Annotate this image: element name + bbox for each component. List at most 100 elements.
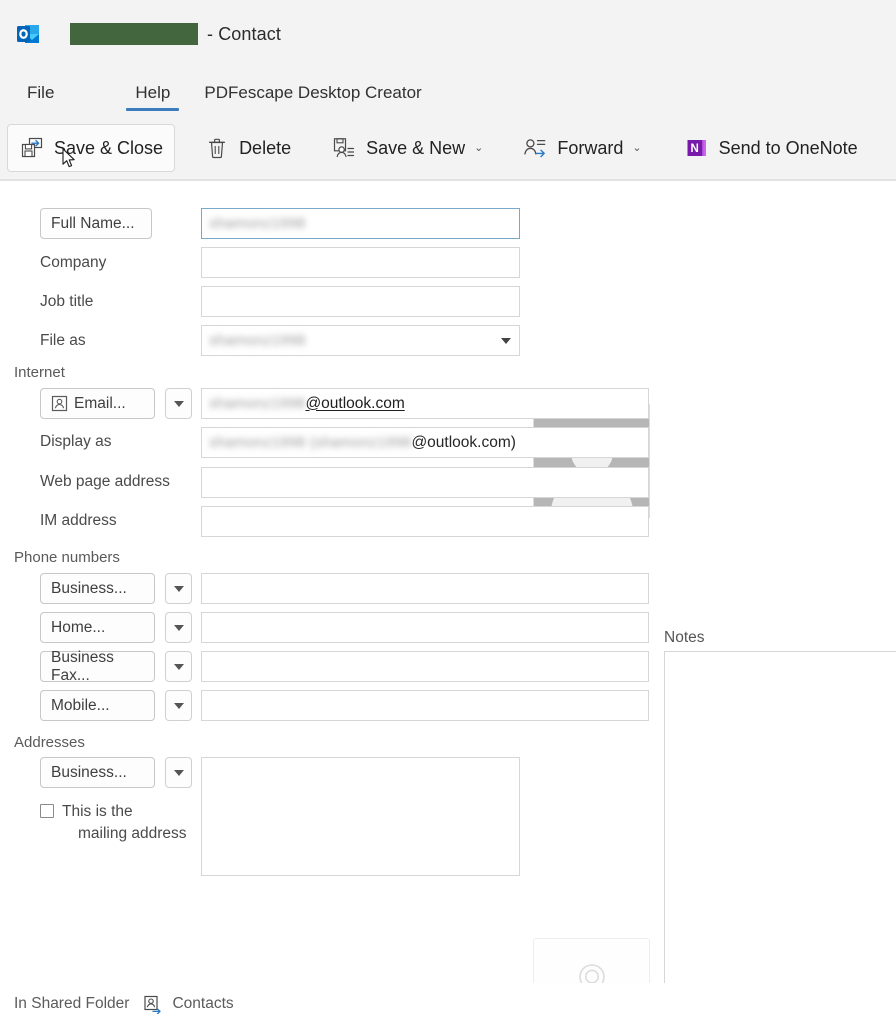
display-as-value-redacted: shamonz1998 (shamonz1998 [209, 434, 412, 451]
contact-form: Full Name... shamonz1998 Company Job tit… [0, 181, 896, 1024]
phone-type-button-business-fax[interactable]: Business Fax... [40, 648, 155, 684]
mailing-address-label-line2: mailing address [78, 825, 187, 842]
company-input[interactable] [201, 247, 520, 278]
phone-type-dropdown-mobile[interactable] [165, 690, 192, 721]
mailing-address-checkbox[interactable] [40, 804, 54, 818]
file-as-label: File as [40, 332, 86, 349]
delete-button[interactable]: Delete [193, 124, 302, 172]
chevron-down-icon [173, 702, 184, 709]
chevron-down-icon [173, 585, 184, 592]
notes-value [665, 652, 896, 664]
ribbon-tab-strip: File Help PDFescape Desktop Creator [0, 68, 896, 117]
contact-card-icon [51, 395, 68, 412]
email-type-button[interactable]: Email... [40, 388, 155, 419]
window-title-suffix: - Contact [207, 23, 281, 44]
forward-button[interactable]: Forward ⌄ [511, 124, 652, 172]
send-to-onenote-label: Send to OneNote [718, 137, 858, 158]
tab-help[interactable]: Help [125, 68, 180, 117]
ribbon-toolbar: Save & Close Delete Save & New ⌄ Forward… [0, 117, 896, 179]
email-value-redacted: shamonz1998 [209, 395, 306, 412]
forward-label: Forward [557, 137, 624, 158]
forward-contact-icon [522, 135, 548, 161]
save-and-close-icon [19, 135, 45, 161]
phone-type-label-business: Business... [51, 579, 127, 597]
status-location-text: In Shared Folder [14, 994, 130, 1012]
notes-textarea[interactable] [664, 651, 896, 1024]
phone-type-button-mobile[interactable]: Mobile... [40, 690, 155, 721]
phone-input-home[interactable] [201, 612, 649, 643]
save-and-close-label: Save & Close [54, 137, 164, 158]
email-type-label: Email... [74, 394, 126, 412]
status-folder-text: Contacts [172, 994, 234, 1012]
onenote-icon: N [684, 135, 710, 161]
mailing-address-label-line1: This is the [62, 803, 133, 820]
email-value-domain: @outlook.com [305, 394, 405, 412]
display-as-value-domain: @outlook.com) [411, 433, 516, 451]
save-and-new-icon [331, 135, 357, 161]
full-name-button-label: Full Name... [51, 214, 135, 232]
address-type-label: Business... [51, 763, 127, 781]
display-as-label: Display as [40, 433, 112, 450]
chevron-down-icon [173, 400, 184, 407]
full-name-button[interactable]: Full Name... [40, 208, 152, 239]
company-label: Company [40, 254, 107, 271]
address-value [202, 758, 519, 768]
trash-icon [204, 135, 230, 161]
save-and-new-label: Save & New [366, 137, 466, 158]
tab-file-label: File [27, 82, 55, 102]
title-redacted-block [70, 23, 198, 45]
svg-text:N: N [690, 143, 698, 155]
phone-numbers-section-header: Phone numbers [14, 549, 120, 566]
phone-input-business-fax[interactable] [201, 651, 649, 682]
save-and-close-button[interactable]: Save & Close [7, 124, 176, 172]
save-and-new-button[interactable]: Save & New ⌄ [320, 124, 494, 172]
addresses-section-header: Addresses [14, 734, 85, 751]
job-title-label: Job title [40, 293, 94, 310]
tab-pdfescape-label: PDFescape Desktop Creator [204, 82, 422, 102]
web-page-address-label: Web page address [40, 473, 170, 490]
outlook-icon [16, 21, 42, 47]
chevron-down-icon[interactable]: ⌄ [632, 142, 641, 154]
phone-type-button-home[interactable]: Home... [40, 612, 155, 643]
chevron-down-icon[interactable]: ⌄ [474, 142, 483, 154]
full-name-input[interactable]: shamonz1998 [201, 208, 520, 239]
contact-photo-placeholder[interactable] [533, 404, 650, 518]
internet-section-header: Internet [14, 364, 65, 381]
notes-label: Notes [664, 629, 705, 646]
tab-pdfescape-desktop-creator[interactable]: PDFescape Desktop Creator [194, 68, 431, 117]
move-contact-icon [143, 994, 163, 1014]
delete-label: Delete [239, 137, 292, 158]
chevron-down-icon [173, 624, 184, 631]
full-name-value: shamonz1998 [209, 215, 306, 232]
tab-file[interactable]: File [17, 68, 64, 117]
send-to-onenote-button[interactable]: N Send to OneNote [673, 124, 869, 172]
phone-type-dropdown-business-fax[interactable] [165, 651, 192, 682]
file-as-value: shamonz1998 [209, 332, 306, 349]
address-textarea[interactable] [201, 757, 520, 876]
phone-input-business[interactable] [201, 573, 649, 604]
web-page-address-input[interactable] [201, 467, 649, 498]
email-input[interactable]: shamonz1998 @outlook.com [201, 388, 649, 419]
phone-type-label-home: Home... [51, 618, 106, 636]
tab-help-label: Help [135, 82, 171, 102]
phone-type-dropdown-home[interactable] [165, 612, 192, 643]
phone-input-mobile[interactable] [201, 690, 649, 721]
email-type-dropdown[interactable] [165, 388, 192, 419]
file-as-combobox[interactable]: shamonz1998 [201, 325, 520, 356]
address-type-button[interactable]: Business... [40, 757, 155, 788]
chevron-down-icon [173, 769, 184, 776]
phone-type-label-business-fax: Business Fax... [51, 648, 114, 684]
chevron-down-icon [173, 663, 184, 670]
address-type-dropdown[interactable] [165, 757, 192, 788]
im-address-input[interactable] [201, 506, 649, 537]
phone-type-button-business[interactable]: Business... [40, 573, 155, 604]
phone-type-dropdown-business[interactable] [165, 573, 192, 604]
chevron-down-icon[interactable] [501, 337, 511, 344]
mailing-address-checkbox-row[interactable]: This is the mailing address [40, 801, 195, 845]
job-title-input[interactable] [201, 286, 520, 317]
display-as-input[interactable]: shamonz1998 (shamonz1998 @outlook.com) [201, 427, 649, 458]
status-bar: In Shared Folder Contacts [0, 983, 896, 1024]
phone-type-label-mobile: Mobile... [51, 696, 110, 714]
im-address-label: IM address [40, 512, 117, 529]
title-bar: - Contact [0, 0, 896, 68]
